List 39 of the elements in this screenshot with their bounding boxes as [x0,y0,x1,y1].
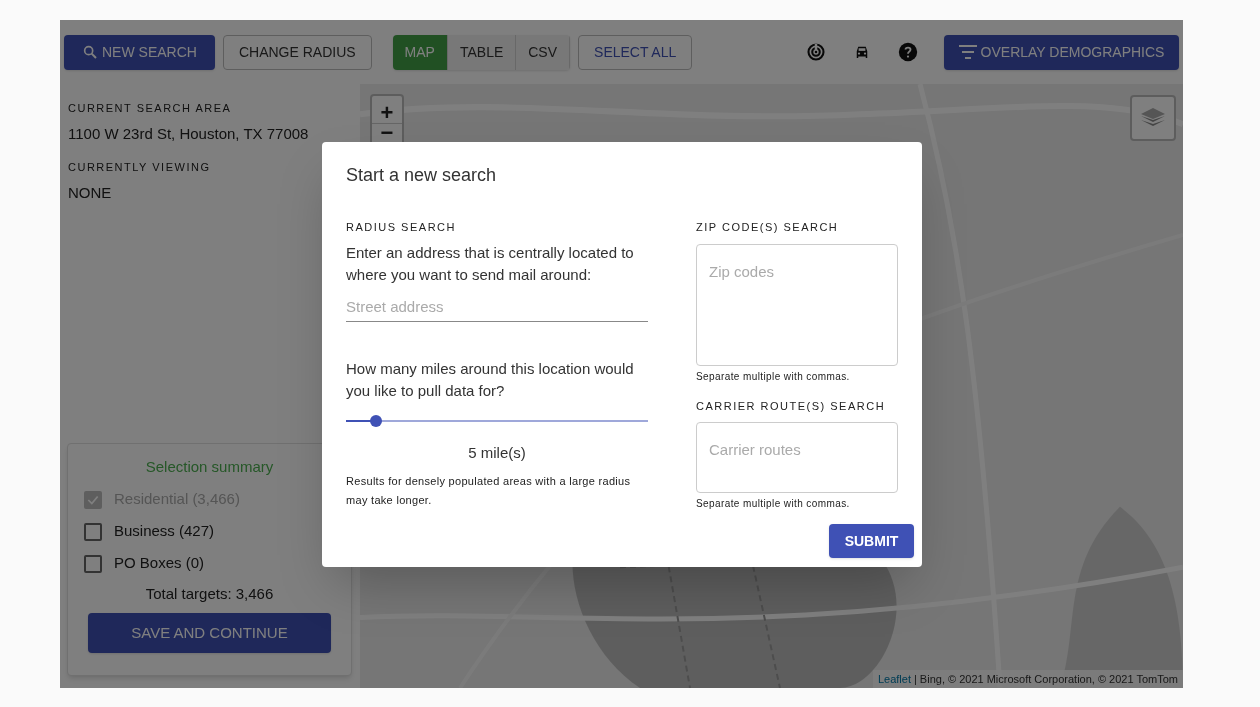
street-address-field[interactable]: Street address [346,291,648,322]
address-prompt: Enter an address that is centrally located to where you want to send mail around: [346,242,635,285]
view-tab[interactable]: CSV [516,34,571,70]
field-hint: Separate multiple with commas. [696,369,851,384]
help-icon[interactable] [898,42,918,62]
search-icon [82,44,98,60]
view-tab[interactable]: MAP [392,34,448,70]
section-label: CURRENTLY VIEWING [68,160,212,175]
zoom-in-button[interactable]: + [372,96,402,124]
option-label: Business (427) [114,521,215,542]
change-radius-button[interactable]: CHANGE RADIUS [222,34,372,70]
filter-icon [958,45,977,59]
section-label: CURRENT SEARCH AREA [68,101,233,116]
carrier-routes-field[interactable]: Carrier routes [696,422,898,493]
section-label: CARRIER ROUTE(S) SEARCH [696,398,887,414]
radius-note: Results for densely populated areas with a large radius may take longer. [346,474,632,508]
overlay-demographics-button[interactable]: OVERLAY DEMOGRAPHICS [944,34,1179,70]
section-label: ZIP CODE(S) SEARCH [696,220,840,235]
radius-reading: 5 mile(s) [468,442,526,463]
new-search-button[interactable]: NEW SEARCH [64,34,215,70]
save-and-continue-button[interactable]: SAVE AND CONTINUE [88,613,331,653]
summary-title: Selection summary [145,457,274,477]
miles-prompt: How many miles around this location would you like to pull data for? [346,358,635,401]
submit-button[interactable]: SUBMIT [829,524,914,558]
zip-codes-field[interactable]: Zip codes [696,243,898,366]
checkbox[interactable] [84,522,102,541]
dialog-title: Start a new search [346,164,498,187]
field-hint: Separate multiple with commas. [696,497,851,511]
viewing-value: NONE [68,182,113,203]
option-label: PO Boxes (0) [114,553,205,574]
total-targets: Total targets: 3,466 [145,583,274,604]
select-all-button[interactable]: SELECT ALL [578,34,693,70]
radius-slider[interactable] [346,413,648,428]
radar-icon[interactable] [806,42,826,62]
map-attribution: | Bing, © 2021 Microsoft Corporation, © 2021 TomTom [913,671,1178,687]
view-tab[interactable]: TABLE [447,34,517,70]
section-label: RADIUS SEARCH [346,220,457,235]
search-area-address: 1100 W 23rd St, Houston, TX 77008 [68,123,310,144]
checkbox[interactable] [84,554,102,573]
